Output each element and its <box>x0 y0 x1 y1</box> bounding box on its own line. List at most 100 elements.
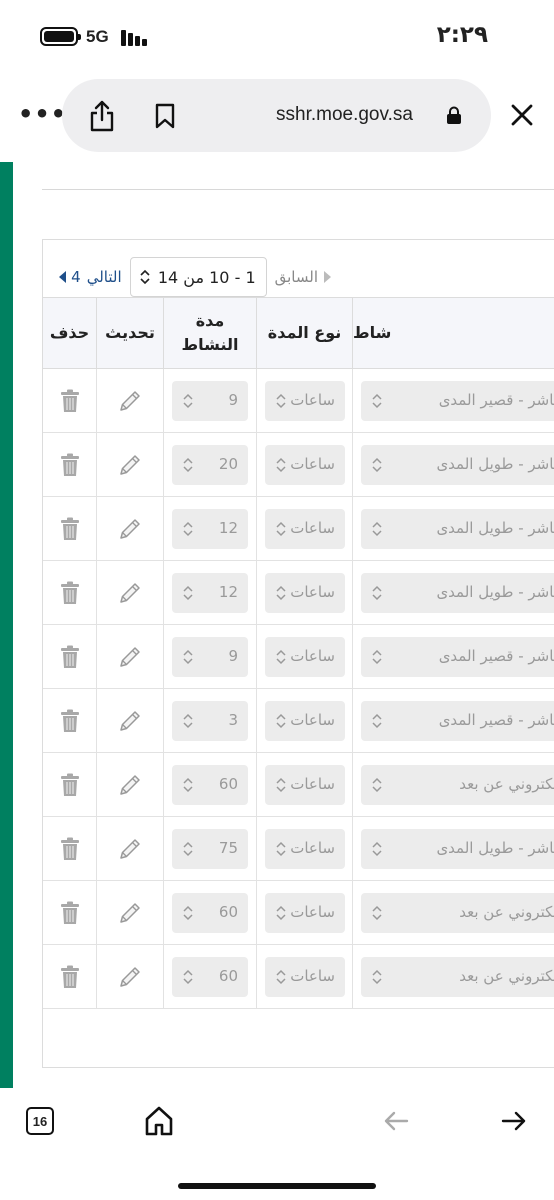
duration-type-select[interactable]: ساعات <box>265 573 345 613</box>
back-arrow-icon[interactable] <box>383 1110 409 1132</box>
header-activity[interactable]: شاط <box>352 298 554 368</box>
duration-select[interactable]: 3 <box>172 701 248 741</box>
trash-icon[interactable] <box>60 837 80 861</box>
trash-icon[interactable] <box>60 901 80 925</box>
duration-type-select[interactable]: ساعات <box>265 381 345 421</box>
duration-type-select[interactable]: ساعات <box>265 829 345 869</box>
duration-type-cell: ساعات <box>256 625 352 689</box>
delete-cell <box>43 369 96 433</box>
pencil-icon[interactable] <box>118 965 142 989</box>
duration-type-select[interactable]: ساعات <box>265 957 345 997</box>
activity-select[interactable]: باشر - طويل المدى <box>361 509 554 549</box>
pencil-icon[interactable] <box>118 709 142 733</box>
table-row: باشر - قصير المدى ساعات 3 <box>43 689 554 753</box>
divider <box>42 189 554 190</box>
duration-type-select[interactable]: ساعات <box>265 637 345 677</box>
chevron-updown-icon <box>372 649 382 665</box>
pencil-icon[interactable] <box>118 581 142 605</box>
header-duration-type[interactable]: نوع المدة <box>256 298 352 368</box>
duration-cell: 3 <box>163 689 256 753</box>
activity-select[interactable]: لكتروني عن بعد <box>361 957 554 997</box>
activity-select[interactable]: لكتروني عن بعد <box>361 893 554 933</box>
activity-select[interactable]: باشر - قصير المدى <box>361 381 554 421</box>
duration-type-select[interactable]: ساعات <box>265 445 345 485</box>
delete-cell <box>43 817 96 881</box>
home-icon[interactable] <box>145 1106 173 1136</box>
duration-type-select[interactable]: ساعات <box>265 701 345 741</box>
chevron-updown-icon <box>372 905 382 921</box>
address-bar[interactable]: sshr.moe.gov.sa <box>62 79 491 152</box>
duration-type-value: ساعات <box>290 647 335 665</box>
duration-select[interactable]: 9 <box>172 637 248 677</box>
duration-type-cell: ساعات <box>256 945 352 1009</box>
duration-select[interactable]: 9 <box>172 381 248 421</box>
pager-prev-button[interactable]: السابق <box>275 268 331 286</box>
trash-icon[interactable] <box>60 773 80 797</box>
pencil-icon[interactable] <box>118 837 142 861</box>
bookmark-icon[interactable] <box>154 103 176 129</box>
delete-cell <box>43 689 96 753</box>
duration-select[interactable]: 20 <box>172 445 248 485</box>
pencil-icon[interactable] <box>118 645 142 669</box>
clock: ٢:٢٩ <box>436 22 488 48</box>
duration-cell: 20 <box>163 433 256 497</box>
more-menu-icon[interactable]: ••• <box>18 102 67 126</box>
page-range-select[interactable]: 1 - 10 من 14 <box>129 257 267 297</box>
trash-icon[interactable] <box>60 645 80 669</box>
url-text[interactable]: sshr.moe.gov.sa <box>276 104 413 126</box>
delete-cell <box>43 945 96 1009</box>
activity-select[interactable]: باشر - طويل المدى <box>361 829 554 869</box>
activity-select[interactable]: باشر - قصير المدى <box>361 701 554 741</box>
chevron-updown-icon <box>183 777 193 793</box>
pager-next-button[interactable]: التالي 4 <box>59 268 122 286</box>
pencil-icon[interactable] <box>118 389 142 413</box>
home-indicator <box>178 1183 376 1189</box>
activity-select[interactable]: لكتروني عن بعد <box>361 765 554 805</box>
duration-select[interactable]: 12 <box>172 573 248 613</box>
pager-prev-label: السابق <box>274 268 318 286</box>
forward-arrow-icon[interactable] <box>501 1110 527 1132</box>
trash-icon[interactable] <box>60 581 80 605</box>
activity-select[interactable]: باشر - طويل المدى <box>361 573 554 613</box>
duration-type-cell: ساعات <box>256 433 352 497</box>
trash-icon[interactable] <box>60 709 80 733</box>
duration-cell: 60 <box>163 753 256 817</box>
trash-icon[interactable] <box>60 517 80 541</box>
duration-cell: 60 <box>163 945 256 1009</box>
activity-cell: باشر - قصير المدى <box>352 689 554 753</box>
activity-cell: باشر - قصير المدى <box>352 369 554 433</box>
header-duration[interactable]: مدة النشاط <box>163 298 256 368</box>
table-row: باشر - طويل المدى ساعات 75 <box>43 817 554 881</box>
trash-icon[interactable] <box>60 389 80 413</box>
duration-select[interactable]: 60 <box>172 893 248 933</box>
activity-select[interactable]: باشر - قصير المدى <box>361 637 554 677</box>
pencil-icon[interactable] <box>118 517 142 541</box>
duration-select[interactable]: 12 <box>172 509 248 549</box>
close-icon[interactable] <box>510 103 534 127</box>
duration-cell: 9 <box>163 625 256 689</box>
chevron-updown-icon <box>183 457 193 473</box>
update-cell <box>96 689 163 753</box>
duration-value: 12 <box>218 583 238 601</box>
pencil-icon[interactable] <box>118 773 142 797</box>
signal-icon <box>121 28 151 46</box>
pencil-icon[interactable] <box>118 901 142 925</box>
header-update: تحديث <box>96 298 163 368</box>
header-duration-line2: النشاط <box>181 335 239 354</box>
share-icon[interactable] <box>88 100 116 132</box>
duration-select[interactable]: 75 <box>172 829 248 869</box>
chevron-updown-icon <box>276 969 286 985</box>
tabs-icon[interactable]: 16 <box>26 1107 54 1135</box>
trash-icon[interactable] <box>60 453 80 477</box>
duration-type-select[interactable]: ساعات <box>265 509 345 549</box>
activity-select[interactable]: باشر - طويل المدى <box>361 445 554 485</box>
duration-type-select[interactable]: ساعات <box>265 765 345 805</box>
table-row: باشر - طويل المدى ساعات 12 <box>43 561 554 625</box>
duration-select[interactable]: 60 <box>172 765 248 805</box>
duration-select[interactable]: 60 <box>172 957 248 997</box>
duration-type-select[interactable]: ساعات <box>265 893 345 933</box>
pencil-icon[interactable] <box>118 453 142 477</box>
trash-icon[interactable] <box>60 965 80 989</box>
pager-next-label: التالي <box>86 268 122 286</box>
update-cell <box>96 561 163 625</box>
